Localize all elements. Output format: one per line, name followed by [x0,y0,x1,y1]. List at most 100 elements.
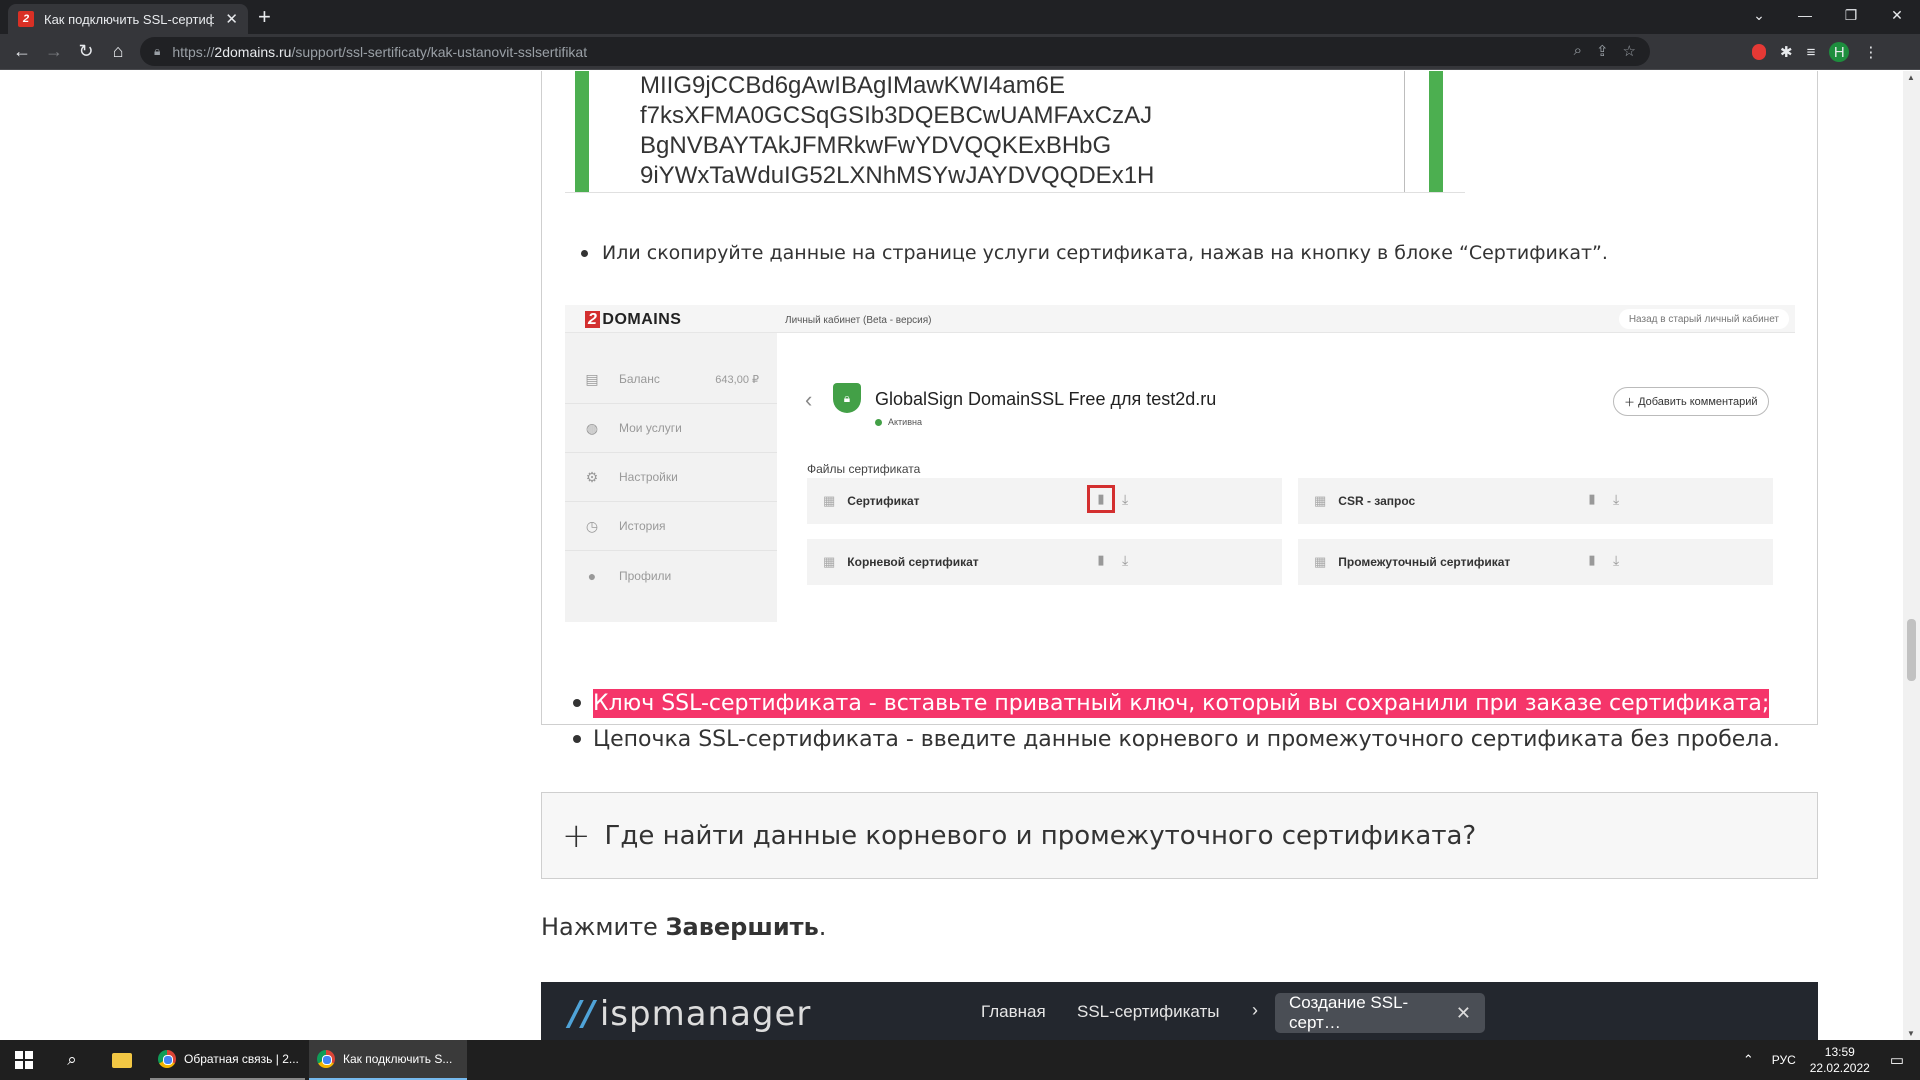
copy-icon: ▮ [1588,491,1596,506]
user-icon: ● [587,567,597,584]
address-bar[interactable]: 🔒︎ https://2domains.ru/support/ssl-serti… [140,37,1650,66]
share-icon[interactable]: ⇪ [1596,42,1609,60]
site-favicon-icon: 2 [18,11,34,27]
file-name: Промежуточный сертификат [1338,555,1511,569]
chevron-left-icon: ‹ [805,387,813,412]
profile-avatar[interactable]: Н [1829,42,1850,62]
file-icon: ▦ [1314,493,1327,508]
copy-icon: ▮ [1087,485,1115,513]
chrome-icon [158,1050,176,1068]
sidebar-item-label: Профили [619,568,672,583]
bullet-dot [573,735,581,743]
chrome-icon [317,1050,335,1068]
files-section-title: Файлы сертификата [807,462,921,476]
download-icon: ⤓ [1122,491,1129,507]
service-title: GlobalSign DomainSSL Free для test2d.ru [875,389,1217,409]
download-icon: ⤓ [1122,552,1129,568]
download-icon: ⤓ [1613,491,1620,507]
status-badge: Активна [875,417,922,427]
file-card-csr: ▦ CSR - запрос ▮ ⤓ [1298,478,1773,524]
sidebar-item-services: ◍ Мои услуги [565,404,777,453]
list-item-text: Цепочка SSL-сертификата - введите данные… [593,726,1780,752]
file-card-certificate: ▦ Сертификат ▮ ⤓ [807,478,1282,524]
forward-icon[interactable]: → [43,41,65,62]
ispmanager-screenshot: //ispmanager Главная SSL-сертификаты › С… [541,982,1818,1040]
address-url: https://2domains.ru/support/ssl-sertific… [172,43,588,60]
tray-chevron-up-icon[interactable]: ⌃ [1743,1052,1754,1068]
list-item-text: Или скопируйте данные на странице услуги… [602,242,1608,264]
bookmark-star-icon[interactable]: ☆ [1623,42,1636,60]
gear-icon: ⚙ [585,468,599,485]
globe-icon: ◍ [585,419,599,436]
download-icon: ⤓ [1613,552,1620,568]
file-icon: ▦ [823,493,836,508]
scroll-up-icon[interactable]: ▲ [1907,73,1915,82]
media-control-icon[interactable]: ≡ [1807,44,1816,61]
tab-search-icon[interactable]: ⌄ [1736,0,1782,30]
bullet-dot [573,699,581,707]
isp-nav-ssl: SSL-сертификаты [1077,1002,1220,1021]
sidebar-item-profiles: ● Профили [565,551,777,600]
browser-toolbar: ← → ↻ ⌂ 🔒︎ https://2domains.ru/support/s… [0,34,1920,70]
new-tab-button[interactable]: + [258,6,271,28]
reload-icon[interactable]: ↻ [75,41,97,62]
file-explorer-button[interactable] [98,1040,146,1080]
cabinet-label: Личный кабинет (Beta - версия) [785,315,932,326]
zoom-icon[interactable]: ⌕ [1574,42,1582,60]
system-tray: ⌃ РУС 13:59 22.02.2022 ▭ [1743,1040,1920,1080]
restore-button[interactable]: ❐ [1828,0,1874,30]
cabinet-screenshot: 2 DOMAINS Личный кабинет (Beta - версия) … [565,305,1795,622]
lock-icon[interactable]: 🔒︎ [154,44,160,59]
minimize-button[interactable]: — [1782,0,1828,30]
highlighted-text: Ключ SSL-сертификата - вставьте приватны… [593,688,1770,718]
close-window-button[interactable]: ✕ [1874,0,1920,30]
taskbar-app-chrome-1[interactable]: Обратная связь | 2... [150,1040,305,1080]
scroll-down-icon[interactable]: ▼ [1907,1029,1915,1038]
old-cabinet-link: Назад в старый личный кабинет [1618,309,1789,329]
taskbar-app-label: Обратная связь | 2... [184,1052,299,1066]
file-name: CSR - запрос [1338,494,1416,508]
plus-icon[interactable]: + [562,816,591,856]
ispmanager-logo: //ispmanager [569,994,812,1034]
bullet-dot [581,250,588,257]
scrollbar-thumb[interactable] [1907,619,1916,681]
list-item: Или скопируйте данные на странице услуги… [581,242,1608,264]
faq-accordion[interactable]: + Где найти данные корневого и промежуто… [541,792,1818,879]
start-button[interactable] [0,1040,48,1080]
clock-date: 22.02.2022 [1809,1061,1870,1075]
code-divider [1404,71,1405,193]
browser-tab-active[interactable]: 2 Как подключить SSL-сертификат ✕ [8,4,248,34]
file-card-intermediate: ▦ Промежуточный сертификат ▮ ⤓ [1298,539,1773,585]
file-icon: ▦ [1314,554,1327,569]
sidebar-item-label: История [619,519,666,533]
taskbar-app-chrome-2[interactable]: Как подключить S... [309,1040,467,1080]
tab-title: Как подключить SSL-сертификат [44,11,214,27]
cabinet-header: 2 DOMAINS Личный кабинет (Beta - версия) … [565,305,1795,333]
browser-menu-icon[interactable]: ⋮ [1863,43,1878,61]
close-icon: ✕ [1455,1002,1471,1023]
clock[interactable]: 13:59 22.02.2022 [1810,1044,1870,1076]
page-scrollbar[interactable]: ▲ ▼ [1903,71,1920,1040]
search-icon[interactable]: ⌕ [48,1040,96,1080]
chevron-right-icon: › [1252,1000,1258,1020]
file-card-root: ▦ Корневой сертификат ▮ ⤓ [807,539,1282,585]
status-dot [875,418,882,426]
folder-icon [112,1052,132,1068]
back-icon[interactable]: ← [11,41,33,62]
copy-icon: ▮ [1588,552,1596,567]
field-instructions-list: Ключ SSL-сертификата - вставьте приватны… [573,685,1780,757]
home-icon[interactable]: ⌂ [107,41,129,62]
extension-red-icon[interactable] [1752,44,1766,60]
input-language[interactable]: РУС [1772,1053,1796,1067]
clock-time: 13:59 [1824,1045,1855,1059]
notifications-icon[interactable]: ▭ [1890,1051,1904,1069]
sidebar-item-balance: ▤ Баланс 643,00 ₽ [565,355,777,404]
code-line: BgNVBAYTAkJFMRkwFwYDVQQKExBHbG [640,132,1112,159]
accordion-question[interactable]: Где найти данные корневого и промежуточн… [605,821,1477,851]
cabinet-sidebar: ▤ Баланс 643,00 ₽ ◍ Мои услуги ⚙ Настрой… [565,333,777,622]
tab-close-icon[interactable]: ✕ [225,10,238,28]
list-item: Ключ SSL-сертификата - вставьте приватны… [573,685,1780,721]
extensions-puzzle-icon[interactable]: ✱ [1780,43,1793,61]
list-item: Цепочка SSL-сертификата - введите данные… [573,721,1780,757]
certificate-code-block: MIIG9jCCBd6gAwIBAgIMawKWI4am6E f7ksXFMA0… [565,71,1465,193]
